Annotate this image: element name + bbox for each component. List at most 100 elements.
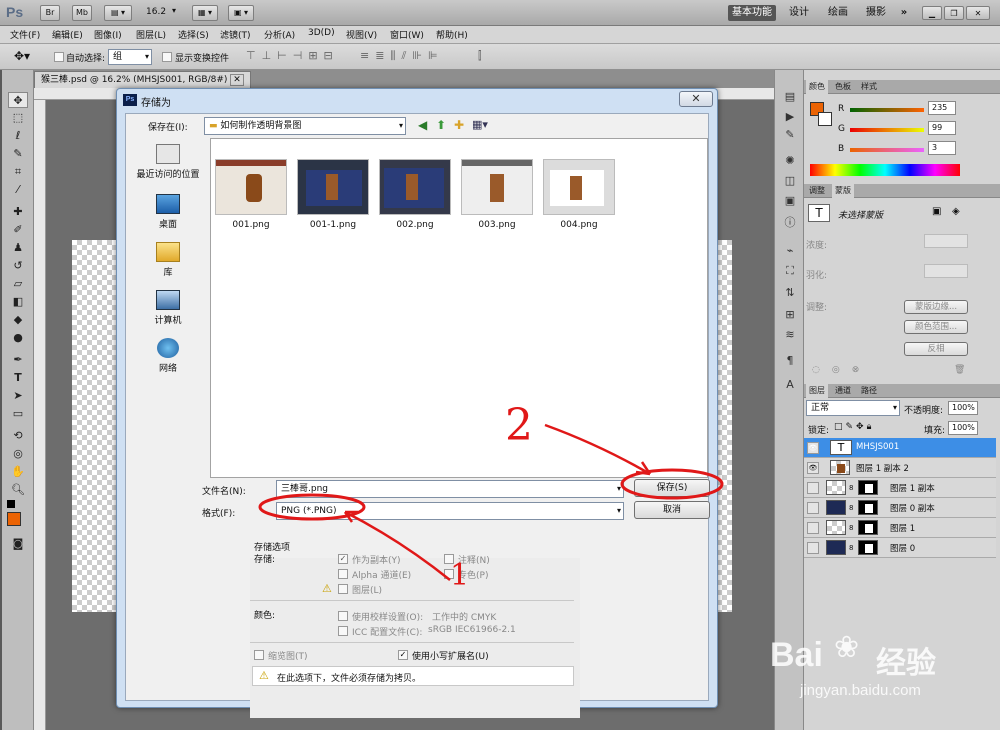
workspace-essentials[interactable]: 基本功能 bbox=[728, 5, 776, 21]
density-field[interactable] bbox=[924, 234, 968, 248]
blend-mode-dropdown[interactable]: 正常 ▾ bbox=[806, 400, 900, 416]
cancel-button[interactable]: 取消 bbox=[634, 501, 710, 519]
actions-panel-icon[interactable]: ▶ bbox=[781, 110, 799, 126]
menu-window[interactable]: 窗口(W) bbox=[390, 28, 424, 41]
view-extras-button[interactable]: ▤ ▾ bbox=[104, 5, 132, 21]
default-colors-icon[interactable] bbox=[7, 500, 15, 508]
auto-align-icon[interactable]: ⫿ bbox=[478, 49, 482, 63]
workspace-photography[interactable]: 摄影 bbox=[862, 5, 890, 21]
workspace-painting[interactable]: 绘画 bbox=[822, 5, 854, 21]
g-slider[interactable] bbox=[850, 128, 924, 132]
tab-layers[interactable]: 图层 bbox=[806, 384, 828, 398]
layer-row[interactable]: 8 图层 0 副本 bbox=[804, 498, 996, 518]
spot-checkbox[interactable] bbox=[444, 569, 454, 579]
file-item[interactable]: 001.png bbox=[213, 159, 289, 230]
visibility-eye-icon[interactable]: 👁︎ bbox=[807, 462, 819, 474]
hand-tool-icon[interactable]: ✋ bbox=[8, 464, 28, 480]
pen-tool-icon[interactable]: ✒ bbox=[8, 352, 28, 368]
dialog-close-button[interactable]: ✕ bbox=[679, 91, 713, 107]
menu-edit[interactable]: 编辑(E) bbox=[52, 28, 83, 41]
close-icon[interactable]: ✕ bbox=[966, 6, 990, 20]
auto-select-dropdown[interactable]: 组 ▾ bbox=[108, 49, 152, 65]
up-folder-icon[interactable]: ⬆ bbox=[436, 118, 446, 132]
g-value[interactable]: 99 bbox=[928, 121, 956, 135]
screen-mode-button[interactable]: ▣ ▾ bbox=[228, 5, 254, 21]
shape-tool-icon[interactable]: ▭ bbox=[8, 406, 28, 422]
notes-checkbox[interactable] bbox=[444, 554, 454, 564]
vector-mask-icon[interactable]: ◈ bbox=[952, 206, 960, 217]
file-list[interactable]: 001.png 001-1.png 002.png 003.png 004.pn… bbox=[210, 138, 708, 478]
tab-adjustments[interactable]: 调整 bbox=[806, 184, 828, 198]
pixel-mask-icon[interactable]: ▣ bbox=[932, 206, 941, 217]
lock-icons[interactable]: □✎✥🔒︎ bbox=[834, 422, 874, 432]
layer-row[interactable]: 8 图层 1 bbox=[804, 518, 996, 538]
brush-presets-icon[interactable]: ✎ bbox=[781, 128, 799, 144]
menu-select[interactable]: 选择(S) bbox=[178, 28, 209, 41]
menu-help[interactable]: 帮助(H) bbox=[436, 28, 468, 41]
filename-input[interactable]: 三棒哥.png ▾ bbox=[276, 480, 624, 498]
menu-file[interactable]: 文件(F) bbox=[10, 28, 40, 41]
workspace-more[interactable]: » bbox=[894, 5, 914, 21]
layer-row[interactable]: 8 图层 0 bbox=[804, 538, 996, 558]
lowercase-ext-checkbox[interactable]: ✓ bbox=[398, 650, 408, 660]
tab-channels[interactable]: 通道 bbox=[832, 384, 854, 398]
eraser-tool-icon[interactable]: ▱ bbox=[8, 276, 28, 292]
save-in-dropdown[interactable]: ▬ 如何制作透明背景图 ▾ bbox=[204, 117, 406, 135]
mini-bridge-button[interactable]: Mb bbox=[72, 5, 92, 21]
clone-stamp-tool-icon[interactable]: ♟ bbox=[8, 240, 28, 256]
histogram-icon[interactable]: ◫ bbox=[781, 174, 799, 190]
show-transform-checkbox[interactable] bbox=[162, 52, 172, 62]
lasso-tool-icon[interactable]: ℓ bbox=[8, 128, 28, 144]
gradient-tool-icon[interactable]: ◧ bbox=[8, 294, 28, 310]
menu-layer[interactable]: 图层(L) bbox=[136, 28, 166, 41]
path-select-tool-icon[interactable]: ➤ bbox=[8, 388, 28, 404]
styles-icon[interactable]: ≋ bbox=[781, 328, 799, 344]
file-item[interactable]: 002.png bbox=[377, 159, 453, 230]
visibility-empty[interactable] bbox=[807, 502, 819, 514]
distribute-icons[interactable]: ≡≣⫼⫽⊪⊫ bbox=[360, 49, 444, 63]
alpha-checkbox[interactable] bbox=[338, 569, 348, 579]
tool-presets-icon[interactable]: ⊞ bbox=[781, 308, 799, 324]
back-icon[interactable]: ◀ bbox=[418, 118, 427, 132]
tab-swatches[interactable]: 色板 bbox=[832, 80, 854, 94]
menu-image[interactable]: 图像(I) bbox=[94, 28, 122, 41]
place-libraries[interactable]: 库 bbox=[130, 242, 206, 288]
dodge-tool-icon[interactable]: ● bbox=[8, 330, 28, 346]
tab-color[interactable]: 颜色 bbox=[806, 80, 828, 94]
zoom-tool-icon[interactable]: 🔍︎ bbox=[8, 482, 28, 498]
file-item[interactable]: 004.png bbox=[541, 159, 617, 230]
brush-panel-icon[interactable]: ⌁ bbox=[781, 244, 799, 260]
foreground-color-swatch[interactable] bbox=[7, 512, 21, 526]
background-swatch[interactable] bbox=[818, 112, 832, 126]
tab-styles[interactable]: 样式 bbox=[858, 80, 880, 94]
dialog-titlebar[interactable]: Ps 存储为 ✕ bbox=[117, 89, 717, 111]
3d-rotate-tool-icon[interactable]: ⟲ bbox=[8, 428, 28, 444]
mask-delete-icon[interactable]: 🗑︎ bbox=[954, 365, 965, 375]
history-panel-icon[interactable]: ▤ bbox=[781, 90, 799, 106]
menu-3d[interactable]: 3D(D) bbox=[308, 28, 335, 38]
zoom-level[interactable]: 16.2 bbox=[146, 7, 166, 17]
color-range-button[interactable]: 颜色范围... bbox=[904, 320, 968, 334]
color-ramp[interactable] bbox=[810, 164, 960, 176]
zoom-dropdown-icon[interactable]: ▾ bbox=[172, 6, 176, 15]
file-item[interactable]: 003.png bbox=[459, 159, 535, 230]
new-folder-icon[interactable]: ✚ bbox=[454, 118, 464, 132]
b-slider[interactable] bbox=[850, 148, 924, 152]
place-recent[interactable]: 最近访问的位置 bbox=[130, 144, 206, 190]
invert-button[interactable]: 反相 bbox=[904, 342, 968, 356]
crop-tool-icon[interactable]: ⌗ bbox=[8, 164, 28, 180]
as-copy-checkbox[interactable]: ✓ bbox=[338, 554, 348, 564]
file-item[interactable]: 001-1.png bbox=[295, 159, 371, 230]
menu-filter[interactable]: 滤镜(T) bbox=[220, 28, 251, 41]
minimize-icon[interactable]: ▁ bbox=[922, 6, 942, 20]
brush-tool-icon[interactable]: ✐ bbox=[8, 222, 28, 238]
restore-icon[interactable]: ❐ bbox=[944, 6, 964, 20]
thumbnail-checkbox[interactable] bbox=[254, 650, 264, 660]
marquee-tool-icon[interactable]: ⬚ bbox=[8, 110, 28, 126]
info-icon[interactable]: ⓘ bbox=[781, 214, 799, 230]
quick-select-tool-icon[interactable]: ✎ bbox=[8, 146, 28, 162]
format-dropdown[interactable]: PNG (*.PNG) ▾ bbox=[276, 502, 624, 520]
move-tool-icon[interactable]: ✥ bbox=[8, 92, 28, 108]
mask-edge-button[interactable]: 蒙版边缘... bbox=[904, 300, 968, 314]
mask-footer-icons[interactable]: ◌◎⊗ bbox=[812, 365, 871, 375]
